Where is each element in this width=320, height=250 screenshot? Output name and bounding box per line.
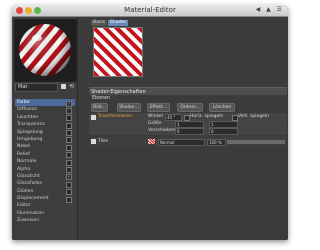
channel-gluehen[interactable]: Glühen [15, 188, 75, 196]
winkel-field[interactable]: 45 ° [165, 114, 182, 121]
tab-basis[interactable]: Basis [91, 20, 108, 26]
ordner-button[interactable]: Ordner... [177, 103, 203, 112]
channel-umgebung[interactable]: Umgebung [15, 136, 75, 144]
channel-alpha[interactable]: Alpha [15, 166, 75, 174]
channel-glanzlicht[interactable]: Glanzlicht ✓ [15, 173, 75, 181]
blend-mode-select[interactable]: Normal [158, 139, 205, 146]
toolbar-icons[interactable]: ◀ ▲ ☰ [256, 6, 284, 13]
layer-name: Transformieren [98, 114, 132, 119]
shader-button[interactable]: Shader... [117, 103, 141, 112]
channel-leuchten[interactable]: Leuchten [15, 114, 75, 122]
channel-diffusion[interactable]: Diffusion [15, 106, 75, 114]
bild-button[interactable]: Bild... [91, 103, 108, 112]
channel-illumination[interactable]: Illumination [15, 210, 75, 217]
left-pane: Mat ⟲ Farbe ✓ Diffusion Leuchten Transpar… [12, 17, 78, 240]
material-editor-window: Material-Editor ◀ ▲ ☰ Mat ⟲ Farbe ✓ Diff… [12, 5, 288, 240]
title-bar: Material-Editor ◀ ▲ ☰ [12, 5, 288, 17]
channel-normale[interactable]: Normale [15, 158, 75, 166]
tab-shader[interactable]: Shader [108, 20, 129, 26]
material-icon[interactable] [61, 84, 66, 89]
opacity-slider[interactable] [227, 140, 285, 144]
verschieben-y-field[interactable]: 0 [209, 128, 238, 135]
channel-displacement[interactable]: Displacement [15, 195, 75, 203]
shader-texture-preview [93, 27, 143, 77]
groesse-label: Größe [148, 121, 162, 126]
channel-transparenz[interactable]: Transparenz [15, 121, 75, 129]
layer-name: Tiles [98, 139, 109, 144]
layer-visibility-icon[interactable] [91, 139, 96, 144]
layer-tiles[interactable]: Tiles Normal 100 % [89, 137, 287, 146]
tiles-thumbnail [148, 139, 155, 144]
section-header[interactable]: Shader-Eigenschaften [89, 87, 287, 95]
channel-list: Farbe ✓ Diffusion Leuchten Transparenz Sp… [15, 99, 75, 225]
winkel-label: Winkel [148, 114, 163, 119]
right-pane: Basis Shader Shader-Eigenschaften Ebenen… [78, 17, 288, 240]
layer-visibility-icon[interactable] [91, 115, 96, 120]
channel-nebel[interactable]: Nebel [15, 143, 75, 151]
horiz-spiegeln-label: Horiz. spiegeln [190, 114, 224, 119]
material-name-field[interactable]: Mat [15, 83, 58, 92]
effekt-button[interactable]: Effekt... [147, 103, 170, 112]
vert-spiegeln-label: Vert. spiegeln [238, 114, 269, 119]
opacity-field[interactable]: 100 % [207, 139, 226, 146]
layer-transformieren[interactable]: Transformieren Winkel 45 ° Horiz. spiege… [89, 113, 287, 135]
tab-bar: Basis Shader [91, 20, 129, 26]
material-preview[interactable] [14, 19, 77, 82]
channel-farbe[interactable]: Farbe ✓ [15, 99, 75, 107]
channel-spiegelung[interactable]: Spiegelung [15, 129, 75, 137]
ebenen-label: Ebenen [92, 96, 111, 101]
channel-glanzfarbe[interactable]: Glanzfarbe [15, 180, 75, 188]
channel-relief[interactable]: Relief [15, 151, 75, 159]
verschieben-x-field[interactable]: 0 [175, 128, 204, 135]
candy-sphere-image [15, 20, 76, 81]
groesse-y-field[interactable]: 1 [209, 121, 238, 128]
groesse-x-field[interactable]: 1 [175, 121, 204, 128]
channel-zuweisen[interactable]: Zuweisen [15, 217, 75, 224]
window-title: Material-Editor [124, 6, 176, 14]
channel-editor[interactable]: Editor [15, 202, 75, 209]
loeschen-button[interactable]: Löschen [209, 103, 235, 112]
verschieben-label: Verschieben [148, 128, 176, 133]
refresh-icon[interactable]: ⟲ [69, 83, 74, 90]
